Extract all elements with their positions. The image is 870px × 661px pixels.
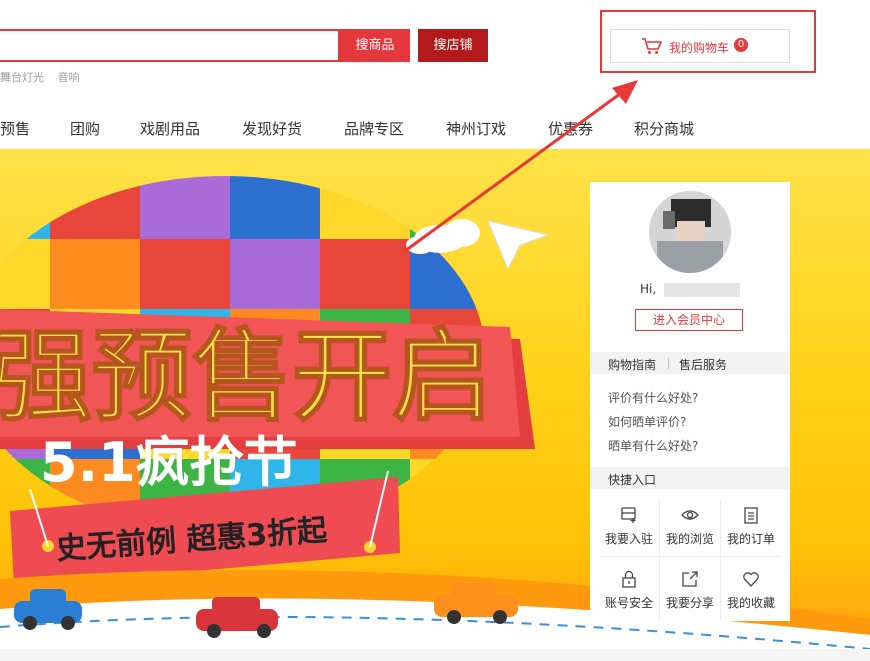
quick-link-join[interactable]: 我要入驻 (599, 506, 659, 562)
quick-link-label: 我要入驻 (604, 532, 653, 546)
eye-icon (681, 510, 699, 520)
avatar[interactable] (649, 191, 731, 273)
quick-link-label: 我要分享 (665, 596, 714, 610)
help-tabs: 购物指南 售后服务 (590, 352, 790, 374)
help-tip-link[interactable]: 评价有什么好处? (608, 389, 698, 406)
quick-links-title: 快捷入口 (608, 473, 657, 487)
quick-link-label: 我的订单 (726, 532, 775, 546)
quick-link-label: 我的收藏 (726, 596, 775, 610)
quick-link-share[interactable]: 我要分享 (660, 570, 720, 626)
help-tip-link[interactable]: 如何晒单评价? (608, 413, 686, 430)
heart-icon (743, 572, 759, 587)
store-icon (621, 507, 636, 523)
username-redacted (664, 283, 740, 297)
tab-after-sales[interactable]: 售后服务 (679, 356, 727, 373)
quick-link-account-security[interactable]: 账号安全 (599, 570, 659, 626)
quick-links-header: 快捷入口 (590, 467, 790, 489)
user-panel: Hi, 进入会员中心 购物指南 售后服务 评价有什么好处? 如何晒单评价? 晒单… (590, 182, 790, 621)
share-icon (682, 571, 698, 587)
quick-link-browse-history[interactable]: 我的浏览 (660, 506, 720, 562)
help-tip-link[interactable]: 晒单有什么好处? (608, 437, 698, 454)
quick-link-label: 账号安全 (604, 596, 653, 610)
page-bottom-strip (0, 649, 870, 661)
quick-link-favorites[interactable]: 我的收藏 (721, 570, 781, 626)
lock-icon (622, 570, 636, 588)
quick-link-label: 我的浏览 (665, 532, 714, 546)
tab-divider (668, 358, 669, 369)
order-icon (744, 507, 758, 524)
tab-shopping-guide[interactable]: 购物指南 (608, 356, 656, 373)
quick-link-orders[interactable]: 我的订单 (721, 506, 781, 562)
member-center-button[interactable]: 进入会员中心 (635, 309, 743, 331)
greeting-text: Hi, (640, 282, 657, 296)
